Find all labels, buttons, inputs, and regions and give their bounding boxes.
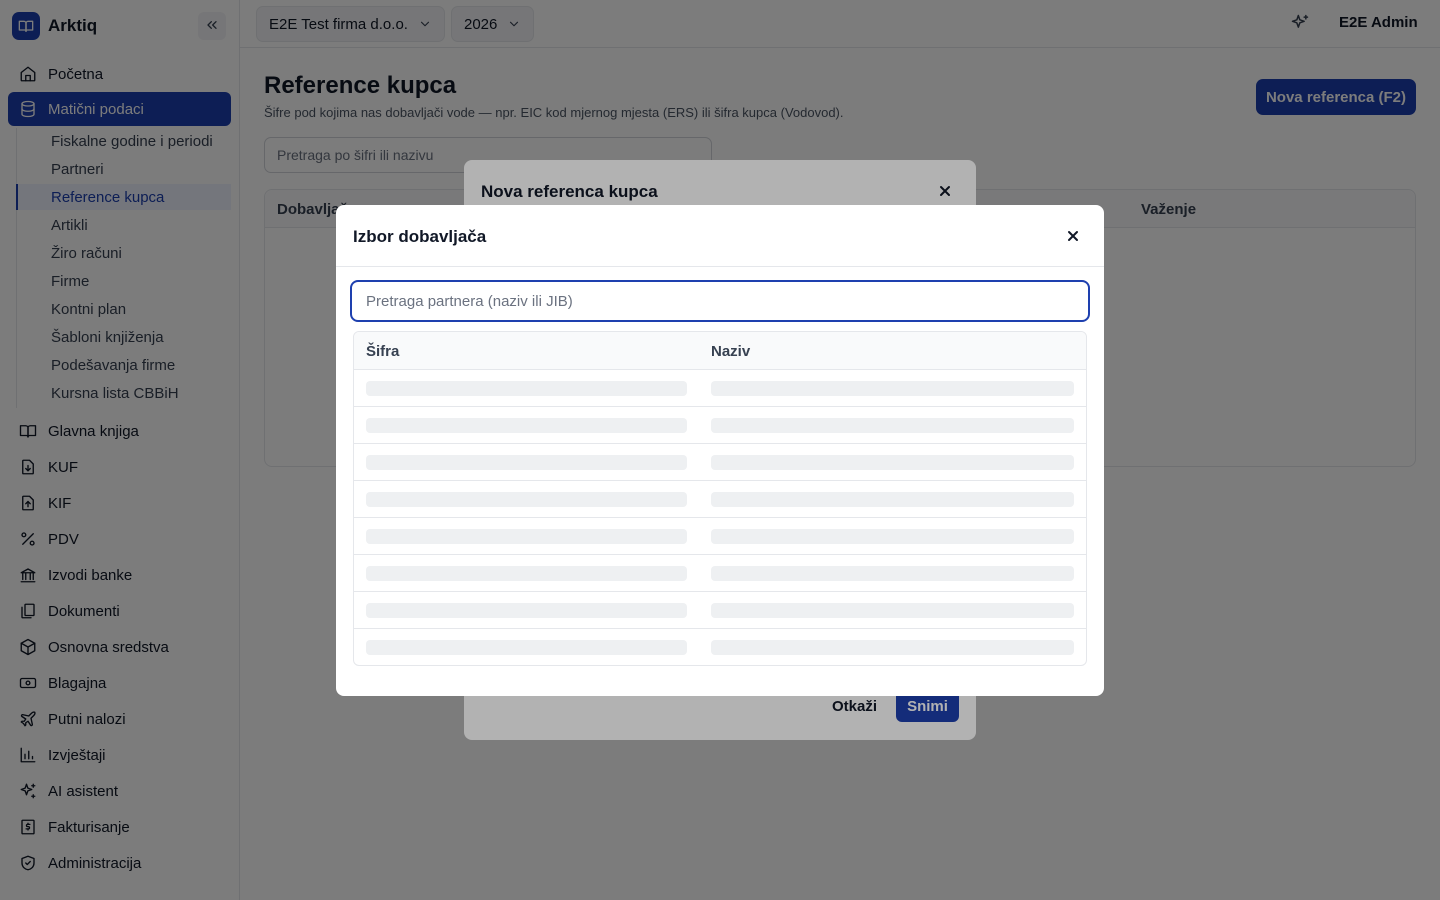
skeleton-placeholder [366, 529, 687, 544]
table-row [354, 555, 1086, 592]
table-row [354, 407, 1086, 444]
partner-table: Šifra Naziv [353, 331, 1087, 666]
table-row [354, 370, 1086, 407]
table-row [354, 629, 1086, 665]
skeleton-placeholder [711, 418, 1074, 433]
modal-header: Izbor dobavljača [336, 205, 1104, 267]
skeleton-placeholder [711, 381, 1074, 396]
skeleton-placeholder [366, 455, 687, 470]
skeleton-placeholder [366, 418, 687, 433]
table-row [354, 518, 1086, 555]
skeleton-placeholder [711, 455, 1074, 470]
close-icon[interactable] [1064, 227, 1082, 245]
skeleton-placeholder [711, 492, 1074, 507]
column-header-sifra[interactable]: Šifra [366, 343, 399, 360]
column-header-naziv[interactable]: Naziv [711, 343, 750, 360]
table-row [354, 444, 1086, 481]
modal-title: Izbor dobavljača [353, 227, 487, 246]
skeleton-placeholder [711, 640, 1074, 655]
supplier-picker-modal: Izbor dobavljača Šifra Naziv [336, 205, 1104, 696]
skeleton-placeholder [711, 603, 1074, 618]
skeleton-placeholder [366, 566, 687, 581]
skeleton-placeholder [366, 381, 687, 396]
skeleton-placeholder [366, 492, 687, 507]
skeleton-placeholder [366, 640, 687, 655]
partner-table-header: Šifra Naziv [354, 332, 1086, 370]
table-row [354, 481, 1086, 518]
skeleton-placeholder [711, 529, 1074, 544]
skeleton-placeholder [711, 566, 1074, 581]
table-row [354, 592, 1086, 629]
partner-search-input[interactable] [350, 280, 1090, 322]
skeleton-placeholder [366, 603, 687, 618]
